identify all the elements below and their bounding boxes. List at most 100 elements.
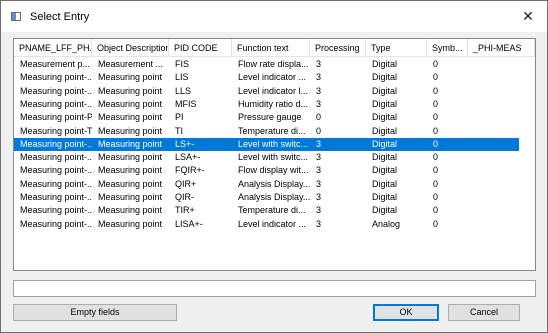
table-cell [468, 125, 535, 138]
table-cell: QIR- [175, 192, 194, 202]
table-cell: Measuring point-... [20, 205, 92, 216]
column-header-7[interactable]: Symb... [427, 39, 468, 57]
table-cell: 0 [433, 59, 439, 69]
table-cell: Measuring point [98, 178, 163, 189]
table-cell: LLS [175, 85, 192, 96]
selection-input[interactable] [13, 280, 536, 297]
table-cell: Measuring point-... [20, 218, 92, 229]
cancel-button[interactable]: Cancel [448, 304, 520, 321]
table-row[interactable]: Measurement p... Measurement ... FIS Flow r… [14, 58, 519, 71]
table-cell: 0 [433, 98, 439, 109]
title-bar: Select Entry ✕ [1, 1, 547, 32]
table-cell: 0 [433, 218, 439, 229]
table-cell: 3 [316, 85, 322, 96]
table-cell: Digital [372, 59, 398, 69]
table-cell [468, 151, 535, 164]
table-cell: LISA+- [175, 218, 203, 229]
table-cell: Level indicator l... [238, 85, 309, 96]
table-cell: 0 [433, 152, 439, 163]
table-row[interactable]: Measuring point-... Measuring point QIR+ An… [14, 178, 519, 191]
table-cell: Level with switc... [238, 138, 309, 149]
table-cell [468, 191, 535, 204]
column-header-5[interactable]: Processing [310, 39, 366, 57]
table-row[interactable]: Measuring point-... Measuring point LISA+-… [14, 218, 519, 231]
table-cell: 3 [316, 138, 322, 149]
table-cell: Digital [372, 85, 398, 96]
table-row[interactable]: Measuring point-... Measuring point MFIS Hu… [14, 98, 519, 111]
window-title: Select Entry [30, 11, 90, 23]
table-cell: Pressure gauge [238, 112, 302, 123]
table-cell: Measuring point [98, 112, 163, 123]
table-cell: Level indicator ... [238, 72, 307, 83]
table-cell [468, 85, 535, 98]
table-cell [468, 204, 535, 217]
table-cell: Analog [372, 218, 401, 229]
table-cell [468, 138, 535, 151]
column-header-6[interactable]: Type [366, 39, 427, 57]
table-cell [468, 98, 535, 111]
table-cell: 3 [316, 59, 322, 69]
table-cell: 3 [316, 165, 322, 176]
table-cell: 0 [433, 112, 439, 123]
table-cell: Measuring point-... [20, 85, 92, 96]
table-cell: Measuring point [98, 72, 163, 83]
table-row[interactable]: Measuring point-... Measuring point FQIR+-… [14, 164, 519, 177]
table-cell [468, 164, 535, 177]
column-header-8[interactable]: _PHI-MEAS [468, 39, 535, 57]
table-cell: 0 [433, 125, 439, 136]
table-cell: 0 [433, 85, 439, 96]
table-cell: 3 [316, 218, 322, 229]
table-row[interactable]: Measuring point-PI Measuring point PI Press… [14, 111, 519, 124]
table-cell: Analysis Display... [238, 178, 310, 189]
table-cell: 0 [433, 178, 439, 189]
entry-list[interactable]: PNAME_LFF_PH... Object Description PID COD… [13, 38, 536, 271]
table-cell: Measuring point-... [20, 138, 92, 149]
table-cell: Measuring point [98, 98, 163, 109]
table-row[interactable]: Measuring point-... Measuring point LLS Lev… [14, 85, 519, 98]
ok-button[interactable]: OK [373, 304, 439, 321]
table-cell: Digital [372, 178, 398, 189]
table-cell: Measuring point-TI [20, 125, 92, 136]
table-cell: Temperature di... [238, 205, 306, 216]
table-cell: Digital [372, 205, 398, 216]
table-cell: TI [175, 125, 183, 136]
table-cell: Flow display wit... [238, 165, 309, 176]
table-cell: Measurement p... [20, 59, 91, 69]
table-cell: Measuring point-... [20, 192, 92, 202]
table-cell: 0 [433, 192, 439, 202]
table-cell: Humidity ratio d... [238, 98, 309, 109]
empty-fields-button[interactable]: Empty fields [13, 304, 177, 321]
table-cell: 3 [316, 192, 322, 202]
table-cell: Measuring point [98, 85, 163, 96]
table-cell: LSA+- [175, 152, 201, 163]
table-row[interactable]: Measuring point-... Measuring point QIR- An… [14, 191, 519, 204]
table-cell: Temperature di... [238, 125, 306, 136]
table-cell: Digital [372, 138, 398, 149]
table-cell [468, 111, 535, 124]
table-row[interactable]: Measuring point-... Measuring point TIR+ Te… [14, 204, 519, 217]
column-header-1[interactable]: PNAME_LFF_PH... [14, 39, 92, 57]
table-row[interactable]: Measuring point-... Measuring point LS+- Le… [14, 137, 519, 151]
table-cell: 0 [433, 205, 439, 216]
table-cell: Digital [372, 98, 398, 109]
column-header-3[interactable]: PID CODE [169, 39, 232, 57]
table-cell: Measuring point [98, 218, 163, 229]
column-header-4[interactable]: Function text [232, 39, 310, 57]
table-cell: Measurement ... [98, 59, 164, 69]
table-cell [468, 71, 535, 84]
column-header-2[interactable]: Object Description [92, 39, 169, 57]
table-cell: 3 [316, 205, 322, 216]
table-cell: QIR+ [175, 178, 197, 189]
table-cell: Measuring point [98, 138, 163, 149]
table-cell: Measuring point [98, 152, 163, 163]
table-row[interactable]: Measuring point-... Measuring point LIS Lev… [14, 71, 519, 84]
table-cell: Level indicator ... [238, 218, 307, 229]
table-cell: Measuring point-... [20, 165, 92, 176]
table-cell: 0 [433, 72, 439, 83]
table-row[interactable]: Measuring point-TI Measuring point TI Tempe… [14, 125, 519, 138]
table-cell: TIR+ [175, 205, 195, 216]
table-row[interactable]: Measuring point-... Measuring point LSA+- L… [14, 151, 519, 164]
table-cell: 0 [433, 138, 439, 149]
table-cell: Measuring point [98, 192, 163, 202]
close-icon[interactable]: ✕ [516, 5, 540, 27]
